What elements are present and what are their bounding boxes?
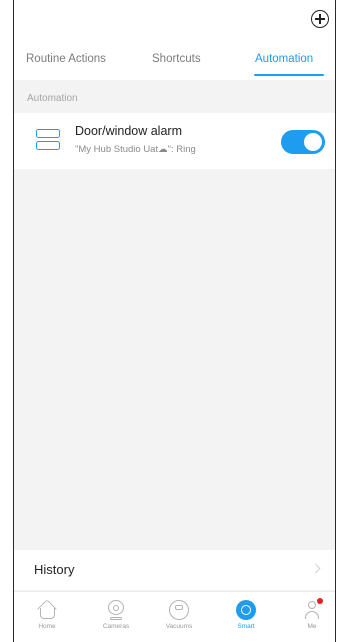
nav-vacuums[interactable]: Vacuums (149, 600, 209, 638)
tab-routine-actions[interactable]: Routine Actions (26, 53, 106, 65)
notification-dot (317, 598, 323, 604)
nav-home[interactable]: Home (17, 599, 77, 638)
history-row[interactable]: History (14, 550, 335, 590)
nav-cameras-label: Cameras (102, 623, 130, 630)
tab-shortcuts[interactable]: Shortcuts (152, 53, 201, 65)
add-icon[interactable] (311, 10, 329, 28)
chevron-right-icon (310, 563, 321, 574)
home-icon (37, 599, 57, 620)
nav-me-label: Me (307, 623, 317, 630)
nav-home-label: Home (38, 623, 56, 630)
nav-smart[interactable]: Smart (216, 600, 276, 638)
smart-icon (236, 600, 256, 620)
phone-screen: Routine Actions Shortcuts Automation Aut… (13, 0, 336, 642)
bottom-nav: Home Cameras Vacuums Smart Me (14, 591, 335, 642)
camera-icon (106, 600, 126, 620)
vacuum-icon (169, 600, 189, 620)
toggle-knob (304, 133, 322, 151)
nav-me[interactable]: Me (282, 598, 335, 638)
automation-title: Door/window alarm (75, 124, 182, 138)
tab-bar: Routine Actions Shortcuts Automation (14, 48, 335, 78)
automation-subtitle: "My Hub Studio Uat☁": Ring (75, 144, 196, 155)
profile-icon (302, 598, 323, 620)
history-label: History (34, 562, 75, 577)
nav-smart-label: Smart (237, 623, 255, 630)
top-bar: Routine Actions Shortcuts Automation (14, 0, 335, 80)
nav-vacuums-label: Vacuums (165, 623, 193, 630)
automation-card[interactable]: Door/window alarm "My Hub Studio Uat☁": … (14, 113, 335, 169)
scene-icon (36, 129, 60, 151)
automation-toggle[interactable] (281, 130, 325, 154)
section-label: Automation (27, 93, 78, 104)
active-tab-indicator (254, 74, 324, 76)
nav-cameras[interactable]: Cameras (86, 600, 146, 638)
tab-automation[interactable]: Automation (255, 53, 313, 65)
